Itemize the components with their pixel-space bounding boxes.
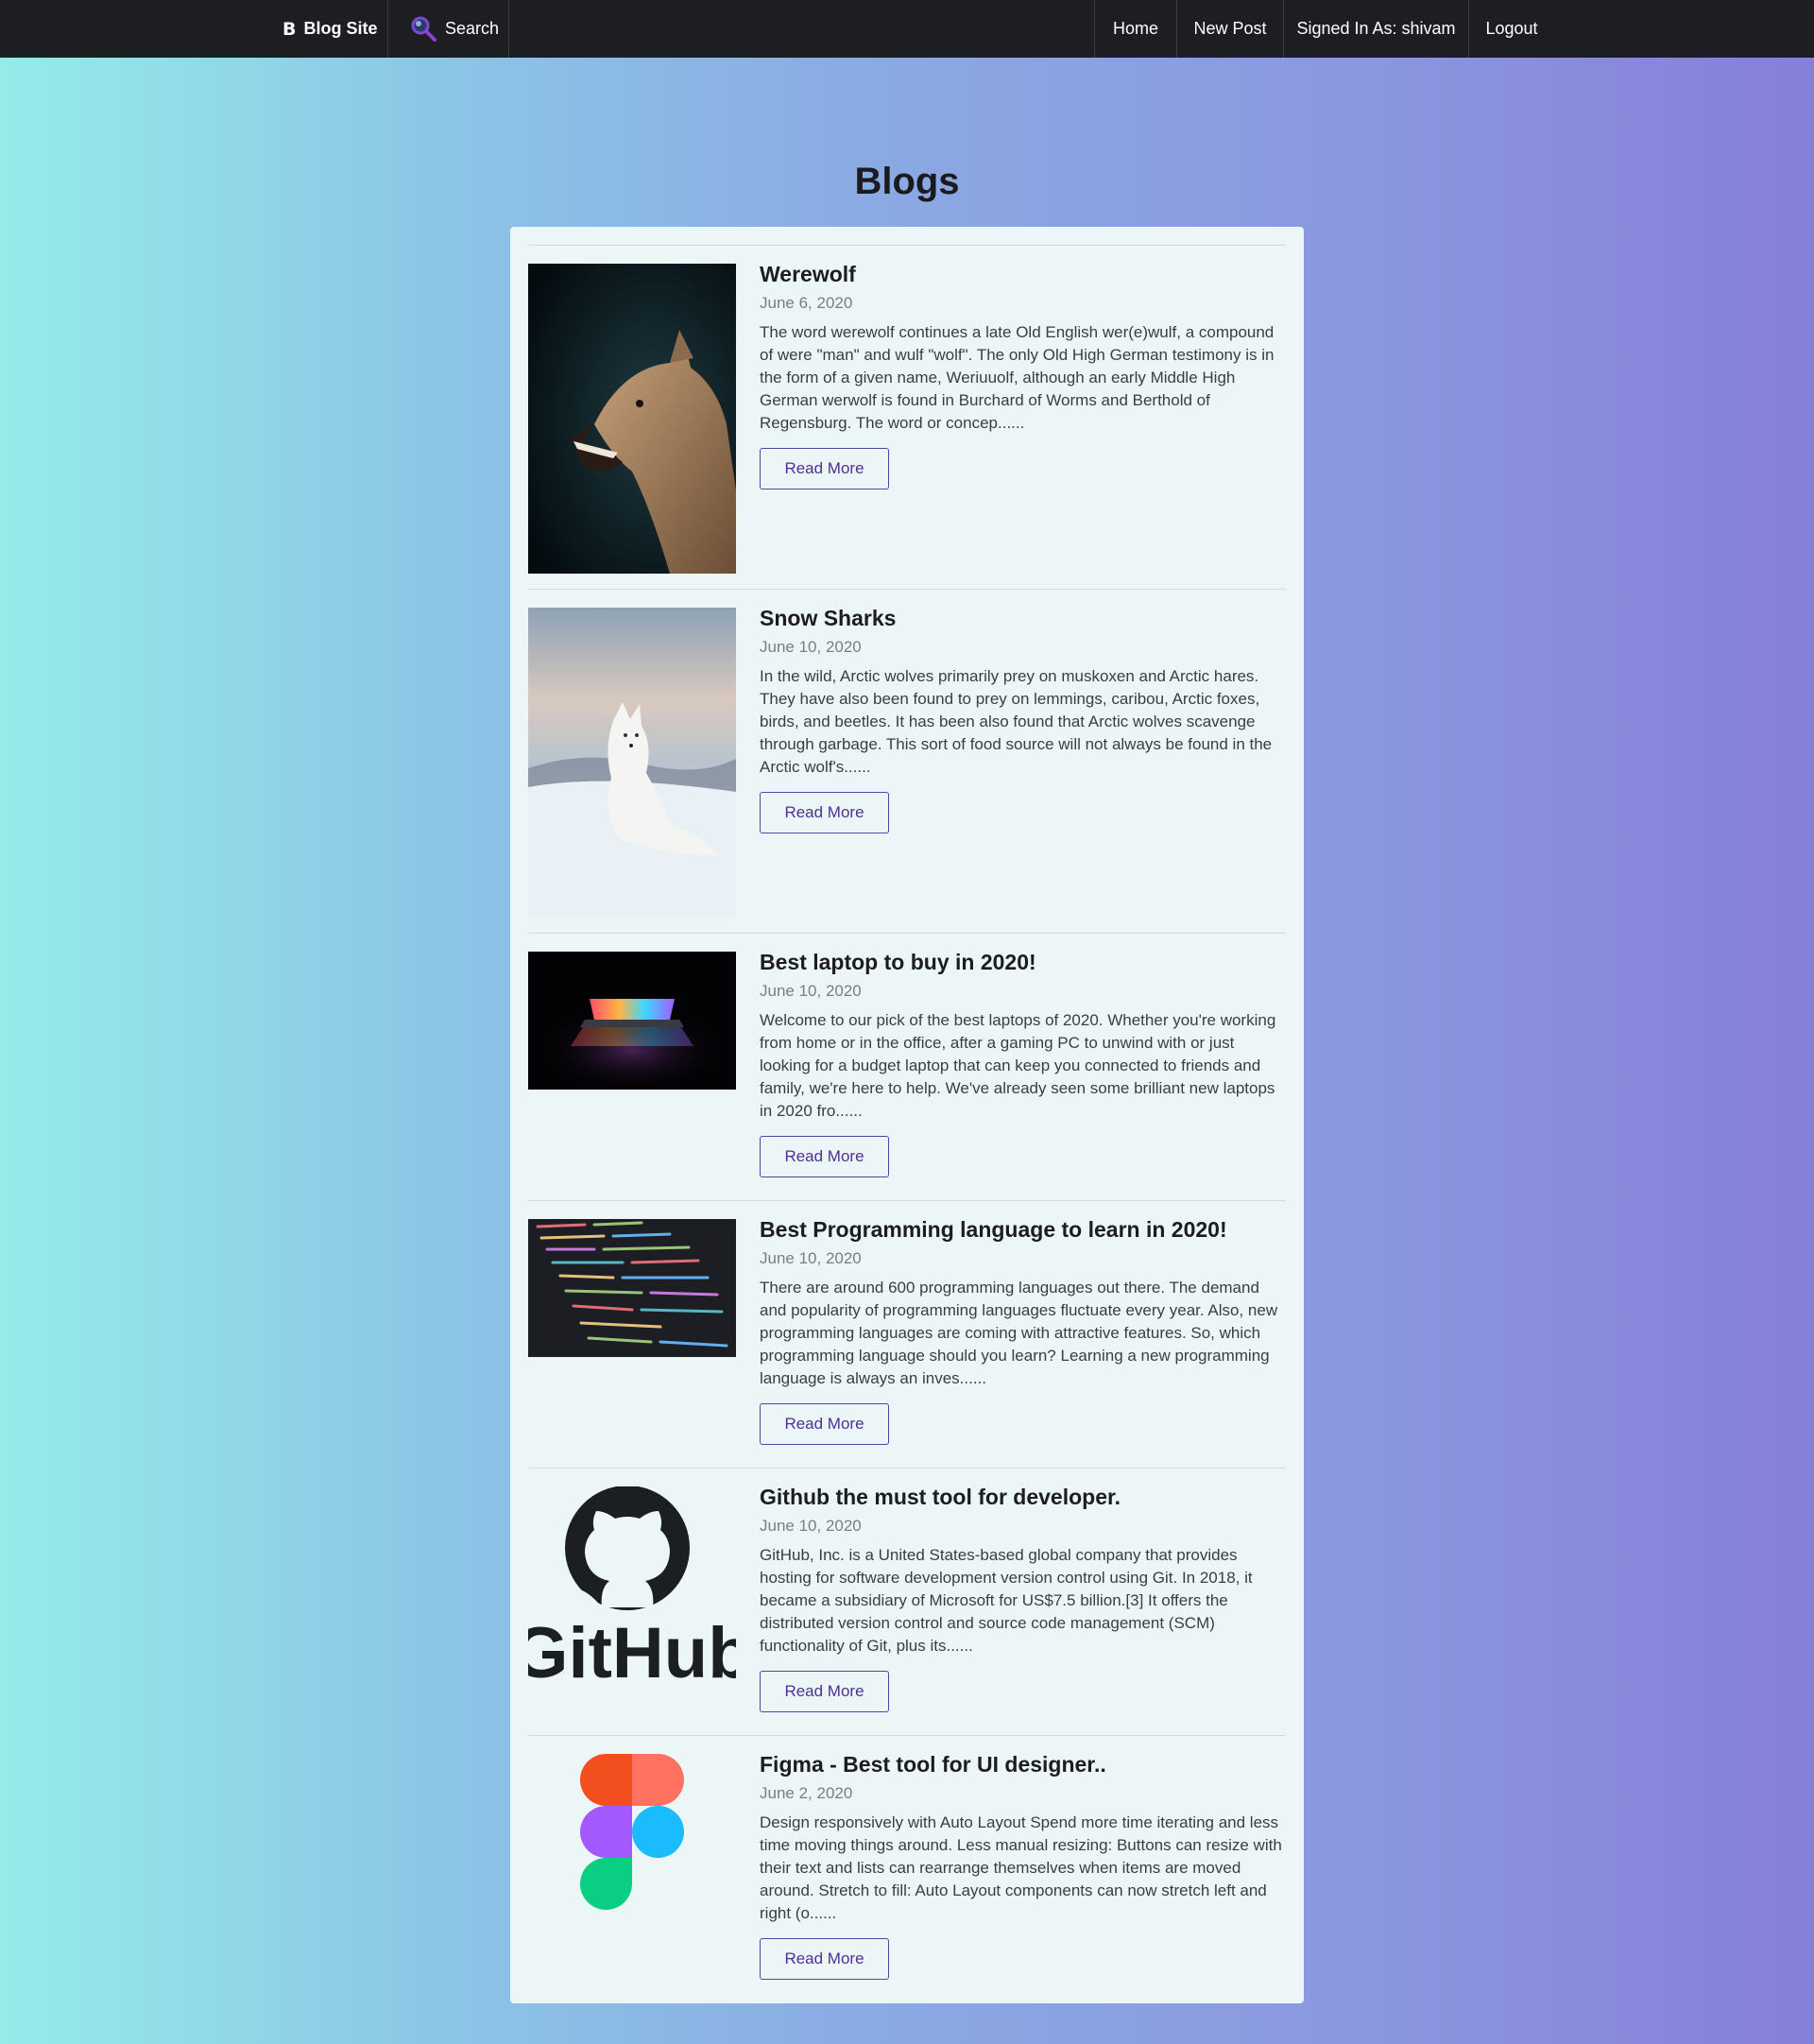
post-date: June 10, 2020 — [760, 982, 862, 1000]
post-thumbnail-snow-wolf[interactable] — [528, 608, 736, 918]
blog-post: Werewolf June 6, 2020 The word werewolf … — [528, 245, 1286, 589]
post-date: June 10, 2020 — [760, 638, 862, 656]
github-logo[interactable]: GitHub — [528, 1486, 736, 1685]
post-body: Figma - Best tool for UI designer.. June… — [760, 1750, 1286, 1980]
search-label: Search — [445, 19, 500, 38]
navbar: B Blog Site Search Home New Post Signed … — [0, 0, 1814, 58]
read-more-button[interactable]: Read More — [760, 1671, 889, 1712]
blog-post: Figma - Best tool for UI designer.. June… — [528, 1735, 1286, 2003]
post-excerpt: GitHub, Inc. is a United States-based gl… — [760, 1546, 1253, 1655]
page-title: Blogs — [854, 161, 960, 202]
nav-logout-link[interactable]: Logout — [1468, 0, 1554, 58]
github-logo-text: GitHub — [528, 1613, 736, 1685]
brand-link[interactable]: B Blog Site — [271, 0, 388, 58]
figma-logo[interactable] — [580, 1752, 684, 1913]
post-title[interactable]: Werewolf — [760, 260, 1286, 288]
blog-post: Best laptop to buy in 2020! June 10, 202… — [528, 933, 1286, 1200]
read-more-button[interactable]: Read More — [760, 448, 889, 490]
brand-label: Blog Site — [303, 19, 378, 38]
post-body: Werewolf June 6, 2020 The word werewolf … — [760, 260, 1286, 490]
post-title[interactable]: Best Programming language to learn in 20… — [760, 1215, 1286, 1244]
post-excerpt: The word werewolf continues a late Old E… — [760, 323, 1275, 432]
post-date: June 10, 2020 — [760, 1517, 862, 1535]
post-date: June 10, 2020 — [760, 1249, 862, 1267]
post-title[interactable]: Snow Sharks — [760, 604, 1286, 632]
post-thumbnail-code[interactable] — [528, 1219, 736, 1357]
nav-signed-in-user[interactable]: Signed In As: shivam — [1283, 0, 1468, 58]
post-date: June 6, 2020 — [760, 294, 853, 312]
search-link[interactable]: Search — [388, 0, 509, 58]
post-thumbnail-laptop[interactable] — [528, 952, 736, 1090]
post-thumbnail-wolf[interactable] — [528, 264, 736, 574]
magnifier-icon — [409, 14, 439, 44]
read-more-button[interactable]: Read More — [760, 1938, 889, 1980]
brand-icon: B — [282, 18, 297, 40]
post-body: Best Programming language to learn in 20… — [760, 1215, 1286, 1445]
post-body: Github the must tool for developer. June… — [760, 1483, 1286, 1712]
post-title[interactable]: Github the must tool for developer. — [760, 1483, 1286, 1511]
read-more-button[interactable]: Read More — [760, 1136, 889, 1177]
post-body: Snow Sharks June 10, 2020 In the wild, A… — [760, 604, 1286, 833]
nav-home-link[interactable]: Home — [1094, 0, 1176, 58]
read-more-button[interactable]: Read More — [760, 792, 889, 833]
post-excerpt: There are around 600 programming languag… — [760, 1279, 1278, 1387]
post-title[interactable]: Best laptop to buy in 2020! — [760, 948, 1286, 976]
post-title[interactable]: Figma - Best tool for UI designer.. — [760, 1750, 1286, 1778]
post-date: June 2, 2020 — [760, 1784, 853, 1802]
read-more-button[interactable]: Read More — [760, 1403, 889, 1445]
blog-post: GitHub Github the must tool for develope… — [528, 1468, 1286, 1735]
post-body: Best laptop to buy in 2020! June 10, 202… — [760, 948, 1286, 1177]
nav-new-post-link[interactable]: New Post — [1176, 0, 1283, 58]
post-excerpt: In the wild, Arctic wolves primarily pre… — [760, 667, 1273, 776]
blog-post: Best Programming language to learn in 20… — [528, 1200, 1286, 1468]
post-excerpt: Design responsively with Auto Layout Spe… — [760, 1813, 1282, 1922]
post-excerpt: Welcome to our pick of the best laptops … — [760, 1011, 1276, 1120]
blog-post: Snow Sharks June 10, 2020 In the wild, A… — [528, 589, 1286, 933]
blog-list-card: Werewolf June 6, 2020 The word werewolf … — [510, 227, 1304, 2003]
